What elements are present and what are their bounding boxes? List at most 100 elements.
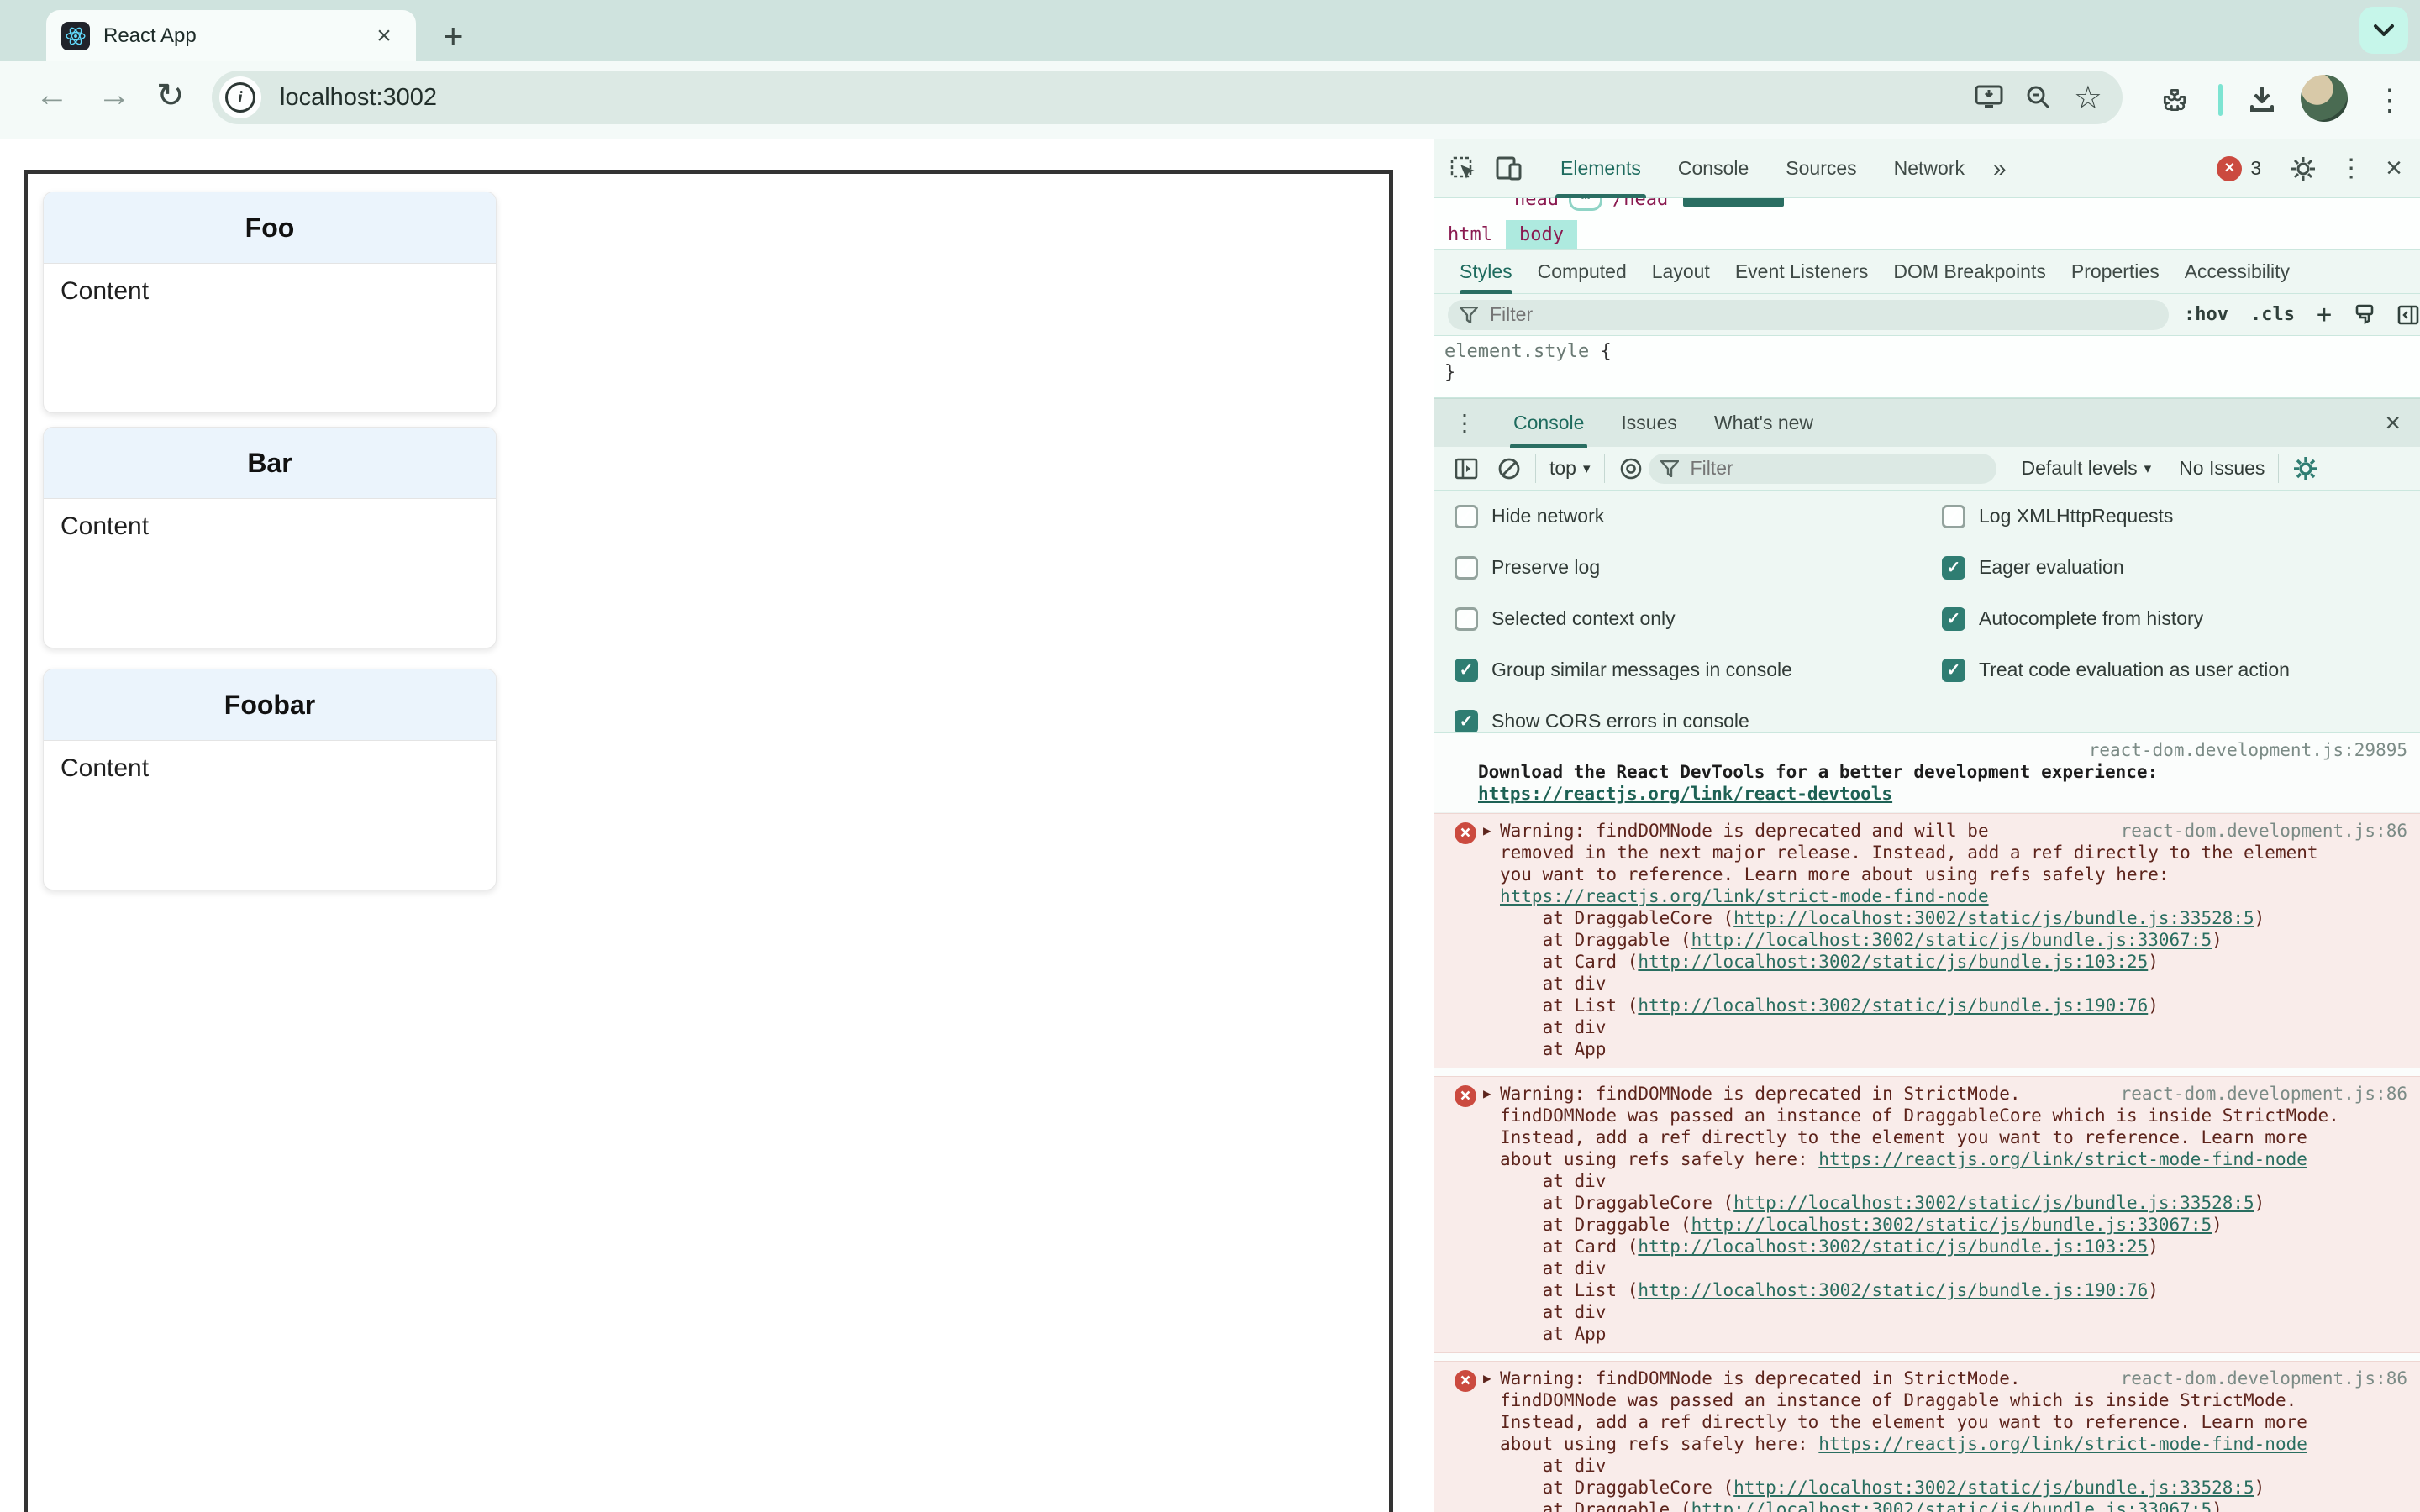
extensions-puzzle-icon[interactable] <box>2151 76 2198 123</box>
browser-window: React App × + ← → ↻ i localhost:3002 ☆ ⋮… <box>0 0 2420 1512</box>
live-expression-eye-icon[interactable] <box>1618 456 1644 481</box>
bookmark-star-icon[interactable]: ☆ <box>2074 79 2102 117</box>
styles-tab[interactable]: DOM Breakpoints <box>1893 250 2046 294</box>
card-header[interactable]: Foo <box>44 192 496 264</box>
address-bar[interactable]: i localhost:3002 ☆ <box>212 71 2123 124</box>
new-tab-button[interactable]: + <box>443 18 464 54</box>
device-toolbar-icon[interactable] <box>1495 155 1523 182</box>
console-sidebar-toggle-icon[interactable] <box>1455 457 1478 480</box>
styles-tab[interactable]: Event Listeners <box>1735 250 1869 294</box>
issues-counter[interactable]: No Issues <box>2179 457 2265 480</box>
more-tabs-icon[interactable]: » <box>1993 155 2007 182</box>
console-link[interactable]: http://localhost:3002/static/js/bundle.j… <box>1638 995 2148 1016</box>
expand-triangle-icon[interactable]: ▶ <box>1483 820 1491 842</box>
console-filter-field[interactable] <box>1648 453 1996 484</box>
drawer-tab[interactable]: What's new <box>1714 399 1813 448</box>
execution-context-dropdown[interactable]: top ▾ <box>1549 457 1591 480</box>
message-source-link[interactable]: react-dom.development.js:29895 <box>1478 739 2407 761</box>
new-style-rule-button[interactable]: + <box>2317 300 2332 329</box>
settings-checkbox-row[interactable]: ✓ Hide network <box>1455 491 1925 542</box>
draggable-card[interactable]: Foobar Content <box>43 669 497 890</box>
clear-console-icon[interactable] <box>1497 456 1522 481</box>
expand-triangle-icon[interactable]: ▶ <box>1483 1368 1491 1389</box>
card-header[interactable]: Bar <box>44 428 496 499</box>
devtools-settings-gear-icon[interactable] <box>2290 155 2317 182</box>
url-text[interactable]: localhost:3002 <box>280 84 437 112</box>
settings-checkbox-row[interactable]: ✓ Treat code evaluation as user action <box>1942 644 2412 696</box>
console-link[interactable]: https://reactjs.org/link/strict-mode-fin… <box>1500 886 1989 906</box>
console-link[interactable]: http://localhost:3002/static/js/bundle.j… <box>1691 1499 2212 1512</box>
styles-tab[interactable]: Styles <box>1460 250 1512 294</box>
forward-icon[interactable]: → <box>97 76 131 114</box>
log-levels-dropdown[interactable]: Default levels ▾ <box>2022 457 2152 480</box>
dom-ellipsis-button[interactable]: … <box>1568 198 1602 211</box>
console-link[interactable]: http://localhost:3002/static/js/bundle.j… <box>1733 1193 2254 1213</box>
devtools-tab[interactable]: Sources <box>1786 139 1856 198</box>
breadcrumb-item[interactable]: html <box>1434 220 1506 249</box>
install-app-icon[interactable] <box>1975 85 2003 110</box>
site-info-button[interactable]: i <box>219 76 261 118</box>
zoom-icon[interactable] <box>2025 84 2052 111</box>
reload-icon[interactable]: ↻ <box>156 76 185 115</box>
error-badge-icon[interactable]: × <box>2217 155 2243 181</box>
console-link[interactable]: http://localhost:3002/static/js/bundle.j… <box>1638 952 2148 972</box>
console-link[interactable]: https://reactjs.org/link/strict-mode-fin… <box>1818 1434 2307 1454</box>
styles-filter-field[interactable] <box>1448 299 2169 330</box>
styles-tab[interactable]: Computed <box>1538 250 1627 294</box>
expand-triangle-icon[interactable]: ▶ <box>1483 1083 1491 1105</box>
settings-checkbox-row[interactable]: ✓ Preserve log <box>1455 542 1925 593</box>
console-link[interactable]: http://localhost:3002/static/js/bundle.j… <box>1733 908 2254 928</box>
console-filter-input[interactable] <box>1688 456 1985 480</box>
console-settings-gear-icon[interactable] <box>2292 455 2319 482</box>
browser-menu-kebab-icon[interactable]: ⋮ <box>2366 76 2413 123</box>
elements-breadcrumb: html body <box>1434 220 2420 250</box>
console-link[interactable]: http://localhost:3002/static/js/bundle.j… <box>1638 1236 2148 1257</box>
settings-checkbox-row[interactable]: ✓ Group similar messages in console <box>1455 644 1925 696</box>
console-link[interactable]: https://reactjs.org/link/react-devtools <box>1478 784 1892 804</box>
drawer-menu-kebab-icon[interactable]: ⋮ <box>1453 409 1476 437</box>
styles-tab[interactable]: Properties <box>2071 250 2160 294</box>
styles-tab[interactable]: Layout <box>1652 250 1710 294</box>
toggle-sidebar-panel-icon[interactable] <box>2397 304 2419 326</box>
settings-checkbox-row[interactable]: ✓ Selected context only <box>1455 593 1925 644</box>
styles-tab[interactable]: Accessibility <box>2185 250 2290 294</box>
rendering-brush-icon[interactable] <box>2354 304 2375 326</box>
drawer-close-icon[interactable]: × <box>2385 407 2401 438</box>
console-link[interactable]: http://localhost:3002/static/js/bundle.j… <box>1733 1478 2254 1498</box>
breadcrumb-item[interactable]: body <box>1505 220 1577 249</box>
element-style-block[interactable]: element.style { } <box>1434 336 2420 398</box>
back-icon[interactable]: ← <box>35 76 69 114</box>
class-toggle[interactable]: .cls <box>2250 304 2295 325</box>
message-source-link[interactable]: react-dom.development.js:86 <box>2121 1368 2407 1389</box>
tab-close-icon[interactable]: × <box>367 22 401 50</box>
settings-checkbox-row[interactable]: ✓ Autocomplete from history <box>1942 593 2412 644</box>
devtools-close-icon[interactable]: × <box>2386 152 2402 185</box>
tab-search-chevron-button[interactable] <box>2360 7 2408 54</box>
browser-tab[interactable]: React App × <box>46 10 416 61</box>
draggable-card[interactable]: Bar Content <box>43 427 497 648</box>
message-source-link[interactable]: react-dom.development.js:86 <box>2121 1083 2407 1105</box>
card-header[interactable]: Foobar <box>44 669 496 741</box>
downloads-icon[interactable] <box>2238 76 2286 123</box>
profile-avatar[interactable] <box>2301 75 2348 122</box>
console-link[interactable]: https://reactjs.org/link/strict-mode-fin… <box>1818 1149 2307 1169</box>
hover-state-toggle[interactable]: :hov <box>2184 304 2228 325</box>
console-link[interactable]: http://localhost:3002/static/js/bundle.j… <box>1691 930 2212 950</box>
devtools-tab[interactable]: Network <box>1894 139 1965 198</box>
devtools-tab[interactable]: Elements <box>1555 139 1646 198</box>
devtools-menu-kebab-icon[interactable]: ⋮ <box>2338 154 2364 183</box>
devtools-tab[interactable]: Console <box>1678 139 1749 198</box>
inspect-element-icon[interactable] <box>1449 155 1476 182</box>
console-link[interactable]: http://localhost:3002/static/js/bundle.j… <box>1638 1280 2148 1300</box>
drawer-tab[interactable]: Issues <box>1621 399 1676 448</box>
console-text: ) <box>2148 1280 2159 1300</box>
console-link[interactable]: http://localhost:3002/static/js/bundle.j… <box>1691 1215 2212 1235</box>
message-source-link[interactable]: react-dom.development.js:86 <box>2121 820 2407 842</box>
drawer-tab[interactable]: Console <box>1509 399 1588 448</box>
styles-filter-input[interactable] <box>1488 302 2157 327</box>
error-count[interactable]: 3 <box>2250 157 2261 180</box>
dom-tree-clipped-row[interactable]: head … /head <box>1434 198 2420 220</box>
draggable-card[interactable]: Foo Content <box>43 192 497 413</box>
settings-checkbox-row[interactable]: ✓ Log XMLHttpRequests <box>1942 491 2412 542</box>
settings-checkbox-row[interactable]: ✓ Eager evaluation <box>1942 542 2412 593</box>
